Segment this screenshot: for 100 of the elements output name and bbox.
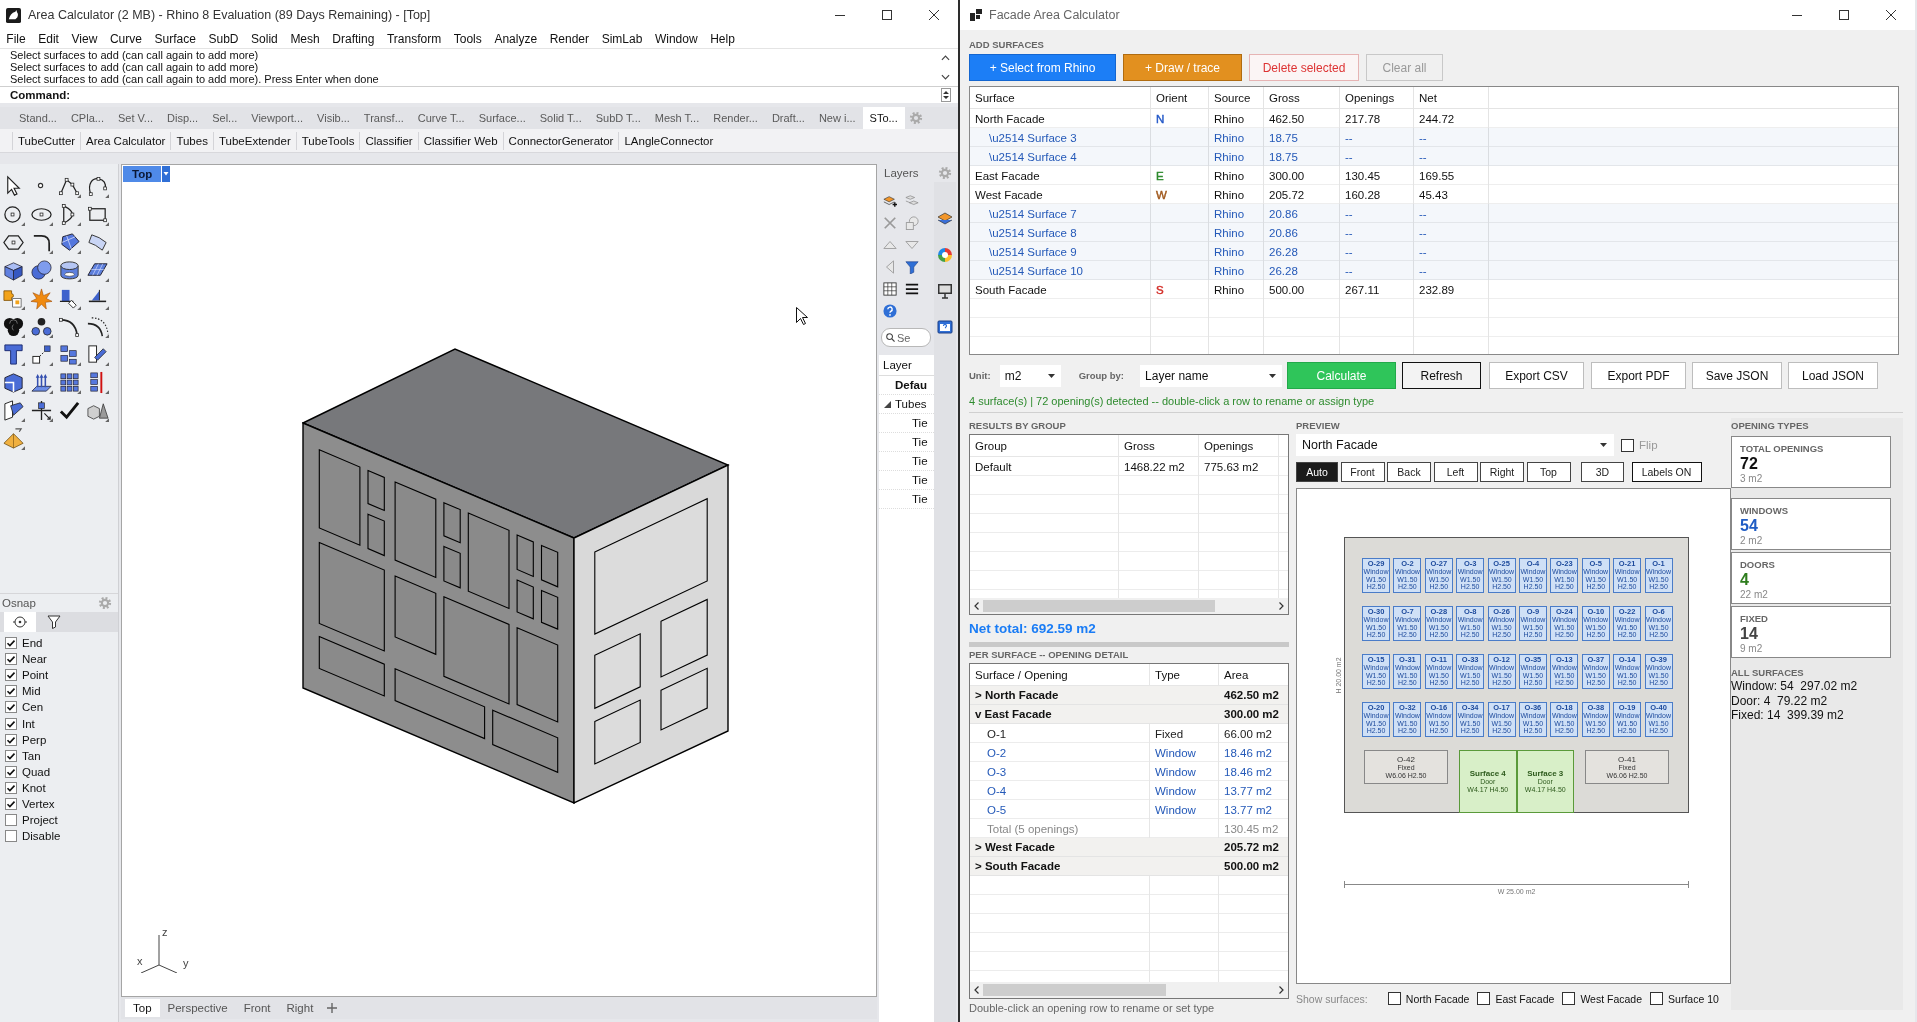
- checkbox[interactable]: [5, 717, 17, 730]
- toolbar-button[interactable]: TubeCutter: [12, 131, 81, 150]
- toolbar-tab[interactable]: Set V...: [110, 107, 160, 129]
- color-wheel-icon[interactable]: [937, 247, 953, 263]
- chevron-up-icon[interactable]: [940, 55, 950, 62]
- rotate-icon[interactable]: [86, 343, 109, 366]
- toolbar-button[interactable]: Classifier Web: [417, 131, 503, 150]
- view-button[interactable]: Front: [1340, 462, 1385, 482]
- checkbox[interactable]: [5, 701, 17, 714]
- layer-name[interactable]: Tubes: [895, 398, 927, 410]
- close-icon[interactable]: [1886, 10, 1896, 20]
- table-row[interactable]: \u2514 Surface 8 Rhino 20.86 -- --: [970, 223, 1898, 242]
- group-row[interactable]: > South Facade 500.00 m2: [970, 857, 1288, 876]
- toolbar-tab[interactable]: Disp...: [160, 107, 206, 129]
- crosshair-icon[interactable]: [30, 399, 53, 422]
- action-button[interactable]: Export CSV: [1489, 362, 1585, 389]
- checkbox[interactable]: [1621, 438, 1634, 452]
- toolbar-tab[interactable]: Sel...: [205, 107, 245, 129]
- layer-name[interactable]: Tie: [912, 436, 928, 448]
- checkbox[interactable]: [5, 830, 17, 843]
- menu-item[interactable]: SimLab: [595, 32, 649, 46]
- menu-item[interactable]: Drafting: [326, 32, 381, 46]
- scrollbar-thumb[interactable]: [983, 984, 1166, 996]
- chevron-down-icon[interactable]: [940, 73, 950, 80]
- menu-item[interactable]: Mesh: [284, 32, 326, 46]
- action-button[interactable]: + Select from Rhino: [969, 54, 1116, 81]
- toolbar-tab[interactable]: Surface...: [471, 107, 533, 129]
- cylinder-icon[interactable]: [58, 259, 81, 282]
- toolbar-tab[interactable]: Draft...: [764, 107, 812, 129]
- toolbar-tab[interactable]: SubD T...: [588, 107, 648, 129]
- panels-icon[interactable]: [2, 399, 25, 422]
- curve-icon[interactable]: [86, 175, 109, 198]
- maximize-icon[interactable]: [1839, 10, 1849, 20]
- table-row[interactable]: \u2514 Surface 4 Rhino 18.75 -- --: [970, 147, 1898, 166]
- caret-down-icon[interactable]: [162, 166, 171, 182]
- action-button[interactable]: Refresh: [1402, 362, 1482, 389]
- menu-item[interactable]: File: [0, 32, 32, 46]
- checkbox[interactable]: [5, 653, 17, 666]
- toolbar-button[interactable]: TubeTools: [295, 131, 360, 150]
- table-icon[interactable]: [883, 282, 897, 296]
- menu-item[interactable]: Edit: [31, 32, 66, 46]
- toolbar-tab[interactable]: Transf...: [356, 107, 411, 129]
- toolbar-tab[interactable]: Stand...: [12, 107, 64, 129]
- list-lines-icon[interactable]: [905, 282, 919, 296]
- menu-item[interactable]: Transform: [380, 32, 448, 46]
- group-by-dropdown[interactable]: Layer name: [1140, 364, 1283, 387]
- toolbar-button[interactable]: TubeExtender: [212, 131, 296, 150]
- curved-sheet-icon[interactable]: [86, 231, 109, 254]
- checkbox[interactable]: [5, 685, 17, 698]
- group-row[interactable]: > West Facade 205.72 m2: [970, 838, 1288, 857]
- view-button[interactable]: Back: [1387, 462, 1431, 482]
- offset-arc-icon[interactable]: [86, 315, 109, 338]
- chevron-left-icon[interactable]: [974, 986, 979, 994]
- spinner-icon[interactable]: [941, 88, 951, 102]
- toolbar-tab[interactable]: Solid T...: [532, 107, 589, 129]
- puzzle-icon[interactable]: [2, 287, 25, 310]
- menu-item[interactable]: SubD: [202, 32, 245, 46]
- layer-name[interactable]: Tie: [912, 455, 928, 467]
- toolbar-tab[interactable]: Mesh T...: [647, 107, 707, 129]
- chevron-right-icon[interactable]: [1279, 602, 1284, 610]
- chevron-right-icon[interactable]: [1279, 986, 1284, 994]
- menu-item[interactable]: Surface: [148, 32, 203, 46]
- expand-triangle-icon[interactable]: [884, 400, 891, 408]
- surface-dropdown[interactable]: North Facade: [1296, 434, 1614, 456]
- checkbox[interactable]: [5, 637, 17, 650]
- action-button[interactable]: Export PDF: [1591, 362, 1687, 389]
- layer-name[interactable]: Defau: [895, 379, 927, 391]
- checkbox[interactable]: [5, 669, 17, 682]
- scrollbar-thumb[interactable]: [983, 600, 1215, 612]
- layout-tab[interactable]: Perspective: [159, 999, 236, 1017]
- modeling-canvas[interactable]: Top z x y: [121, 164, 877, 997]
- maximize-icon[interactable]: [882, 10, 892, 20]
- monitor-icon[interactable]: [937, 283, 953, 299]
- three-circles-icon[interactable]: [30, 315, 53, 338]
- pyramid-icon[interactable]: [2, 427, 25, 450]
- osnap-tab[interactable]: [4, 612, 36, 632]
- canvas-name-tab[interactable]: Top: [123, 166, 162, 182]
- menu-item[interactable]: Tools: [447, 32, 489, 46]
- checkbox[interactable]: [5, 814, 17, 827]
- layout-tab[interactable]: Top: [125, 999, 160, 1017]
- table-row[interactable]: \u2514 Surface 9 Rhino 26.28 -- --: [970, 242, 1898, 261]
- trim-icon[interactable]: [58, 287, 81, 310]
- layer-name[interactable]: Tie: [912, 493, 928, 505]
- search-field[interactable]: Se: [881, 328, 931, 347]
- toolbar-tab[interactable]: Visib...: [310, 107, 357, 129]
- view-button[interactable]: Left: [1433, 462, 1478, 482]
- toolbar-tab[interactable]: Curve T...: [410, 107, 472, 129]
- group-row[interactable]: v East Facade 300.00 m2: [970, 705, 1288, 724]
- spheres-icon[interactable]: [30, 259, 53, 282]
- minimize-icon[interactable]: [1792, 14, 1802, 16]
- squares-icon[interactable]: [58, 343, 81, 366]
- table-row[interactable]: \u2514 Surface 10 Rhino 26.28 -- --: [970, 261, 1898, 280]
- horizontal-scrollbar[interactable]: [970, 982, 1288, 998]
- plus-icon[interactable]: [327, 1003, 338, 1013]
- toolbar-button[interactable]: Area Calculator: [80, 131, 171, 150]
- layer-name[interactable]: Tie: [912, 417, 928, 429]
- layout-tab[interactable]: Front: [235, 999, 279, 1017]
- new-layer-icon[interactable]: [883, 194, 897, 208]
- unit-dropdown[interactable]: m2: [999, 364, 1061, 387]
- checkbox[interactable]: [5, 798, 17, 810]
